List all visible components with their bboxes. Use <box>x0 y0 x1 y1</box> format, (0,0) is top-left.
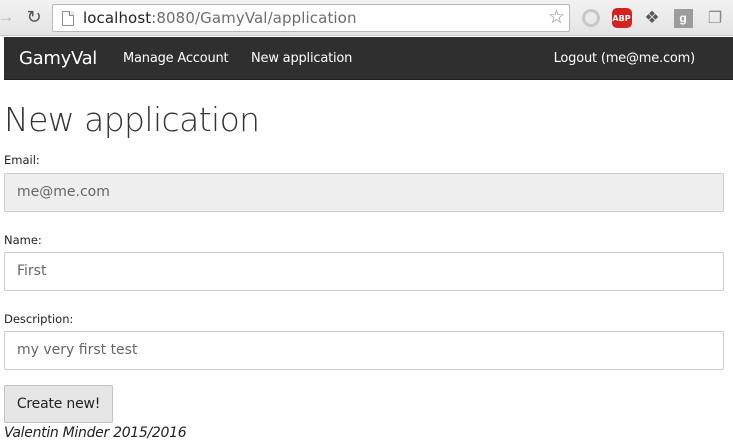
back-arrow-icon[interactable]: → <box>0 6 16 28</box>
nav-logout[interactable]: Logout (me@me.com) <box>554 37 696 80</box>
abp-label: ABP <box>611 8 632 28</box>
url-path: :8080/GamyVal/application <box>151 9 357 27</box>
email-field: me@me.com <box>4 173 724 212</box>
description-label: Description: <box>4 312 74 326</box>
nav-new-application[interactable]: New application <box>251 37 352 80</box>
brand-link[interactable]: GamyVal <box>19 37 97 80</box>
email-label: Email: <box>4 153 40 167</box>
address-bar[interactable]: localhost:8080/GamyVal/application ☆ <box>52 4 570 32</box>
nav-manage-account[interactable]: Manage Account <box>123 37 229 80</box>
footer-credit: Valentin Minder 2015/2016 <box>4 425 187 441</box>
description-field[interactable]: my very first test <box>4 331 724 370</box>
name-field[interactable]: First <box>4 252 724 291</box>
page-icon <box>62 10 74 26</box>
url-text[interactable]: localhost:8080/GamyVal/application <box>83 9 357 27</box>
puzzle-extension-icon[interactable]: ❖ <box>642 8 662 28</box>
app-navbar: GamyVal Manage Account New application L… <box>4 37 733 80</box>
google-plus-icon[interactable]: g <box>673 8 693 28</box>
page-title: New application <box>4 100 260 139</box>
adblock-plus-icon[interactable]: ABP <box>611 8 632 28</box>
reload-icon[interactable]: ↻ <box>24 6 44 28</box>
browser-toolbar: → ↻ localhost:8080/GamyVal/application ☆… <box>0 0 733 36</box>
star-icon[interactable]: ☆ <box>548 7 565 29</box>
gplus-label: g <box>673 8 693 28</box>
copy-extension-icon[interactable]: ❐ <box>705 8 725 28</box>
name-label: Name: <box>4 233 42 247</box>
url-host: localhost <box>83 9 152 27</box>
create-new-button[interactable]: Create new! <box>4 385 113 423</box>
circle-extension-icon[interactable] <box>581 8 601 28</box>
